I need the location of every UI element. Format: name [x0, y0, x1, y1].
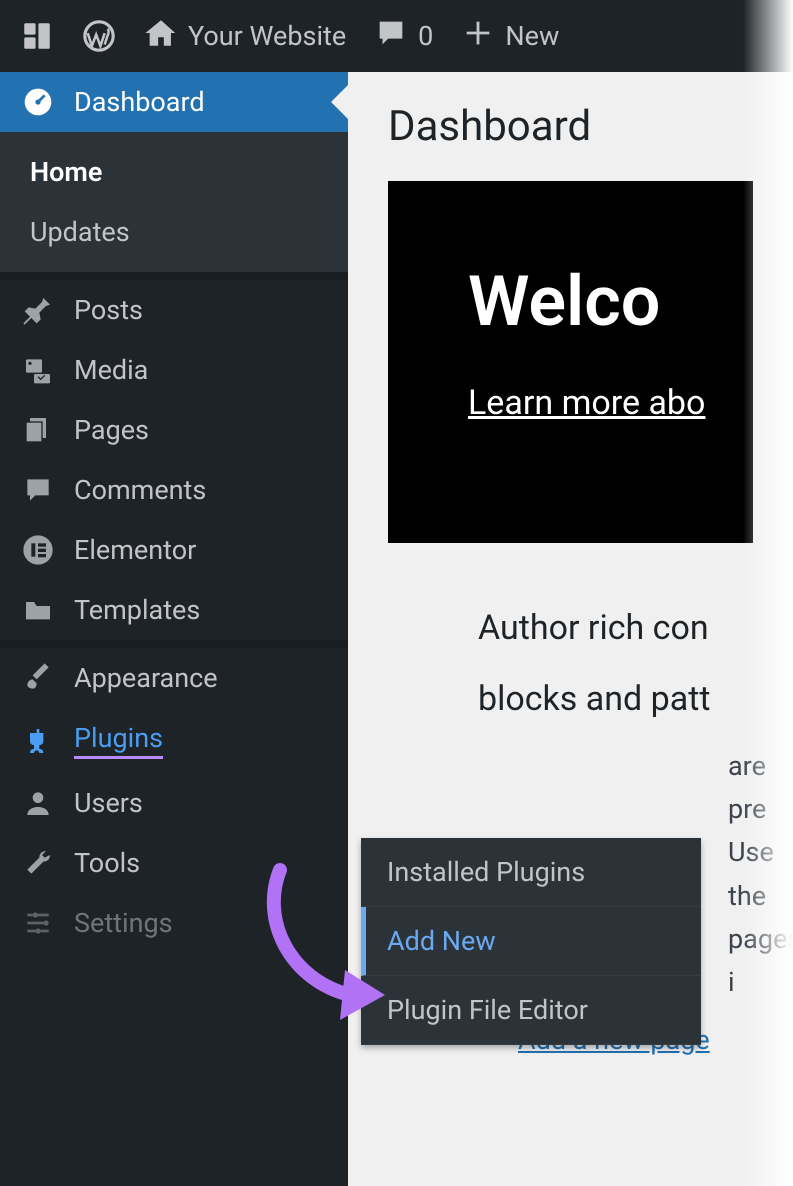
submenu-updates[interactable]: Updates	[0, 202, 348, 262]
submenu-home[interactable]: Home	[0, 142, 348, 202]
pages-icon	[20, 414, 56, 446]
welcome-learn-more-link[interactable]: Learn more abo	[468, 383, 713, 423]
sidebar-item-dashboard[interactable]: Dashboard	[0, 72, 348, 132]
sidebar-item-label: Pages	[74, 414, 149, 446]
body-text-line3: pages i	[728, 918, 753, 1004]
sidebar-item-pages[interactable]: Pages	[0, 400, 348, 460]
sliders-icon	[20, 907, 56, 939]
dashboard-shortcut-icon[interactable]	[20, 19, 54, 53]
wordpress-logo-icon[interactable]	[82, 19, 116, 53]
sidebar-divider	[0, 272, 348, 280]
sidebar-item-label: Media	[74, 354, 148, 386]
body-heading-line1: Author rich con	[478, 603, 753, 654]
sidebar-item-tools[interactable]: Tools	[0, 833, 348, 893]
body-heading-line2: blocks and patt	[478, 674, 753, 725]
sidebar-item-label: Templates	[74, 594, 200, 626]
sidebar-item-elementor[interactable]: Elementor	[0, 520, 348, 580]
sidebar-item-users[interactable]: Users	[0, 773, 348, 833]
new-content-link[interactable]: New	[461, 16, 559, 57]
site-name-label: Your Website	[188, 20, 346, 52]
dashboard-icon	[20, 86, 56, 118]
sidebar-item-label: Elementor	[74, 534, 196, 566]
home-icon	[144, 16, 178, 57]
body-text-line1: are pre	[728, 745, 753, 831]
comment-icon	[374, 16, 408, 57]
comments-count: 0	[418, 20, 433, 52]
elementor-icon	[20, 534, 56, 566]
sidebar-item-label: Appearance	[74, 662, 218, 694]
plugins-flyout-menu: Installed Plugins Add New Plugin File Ed…	[361, 838, 701, 1045]
admin-sidebar: Dashboard Home Updates Posts Media Pages…	[0, 72, 348, 1186]
welcome-panel: Welco Learn more abo	[388, 181, 753, 543]
folder-icon	[20, 594, 56, 626]
sidebar-item-label: Settings	[74, 907, 173, 939]
sidebar-item-label: Tools	[74, 847, 140, 879]
sidebar-item-plugins[interactable]: Plugins	[0, 708, 348, 773]
comments-link[interactable]: 0	[374, 16, 433, 57]
sidebar-item-media[interactable]: Media	[0, 340, 348, 400]
sidebar-item-label: Posts	[74, 294, 143, 326]
flyout-add-new[interactable]: Add New	[361, 907, 701, 976]
brush-icon	[20, 662, 56, 694]
flyout-plugin-file-editor[interactable]: Plugin File Editor	[361, 976, 701, 1045]
sidebar-divider	[0, 640, 348, 648]
plus-icon	[461, 16, 495, 57]
sidebar-item-comments[interactable]: Comments	[0, 460, 348, 520]
sidebar-item-label: Plugins	[74, 722, 163, 759]
sidebar-item-appearance[interactable]: Appearance	[0, 648, 348, 708]
sidebar-item-label: Comments	[74, 474, 206, 506]
flyout-installed-plugins[interactable]: Installed Plugins	[361, 838, 701, 907]
pin-icon	[20, 294, 56, 326]
welcome-heading: Welco	[468, 261, 713, 343]
sidebar-item-posts[interactable]: Posts	[0, 280, 348, 340]
comments-icon	[20, 474, 56, 506]
media-icon	[20, 354, 56, 386]
sidebar-item-templates[interactable]: Templates	[0, 580, 348, 640]
page-title: Dashboard	[388, 102, 753, 151]
user-icon	[20, 787, 56, 819]
body-text-line2: Use the	[728, 831, 753, 917]
plugin-icon	[20, 725, 56, 757]
admin-toolbar: Your Website 0 New	[0, 0, 793, 72]
sidebar-item-label: Dashboard	[74, 86, 205, 118]
sidebar-item-label: Users	[74, 787, 143, 819]
wrench-icon	[20, 847, 56, 879]
new-label: New	[505, 20, 559, 52]
dashboard-submenu: Home Updates	[0, 132, 348, 272]
site-link[interactable]: Your Website	[144, 16, 346, 57]
sidebar-item-settings[interactable]: Settings	[0, 893, 348, 953]
